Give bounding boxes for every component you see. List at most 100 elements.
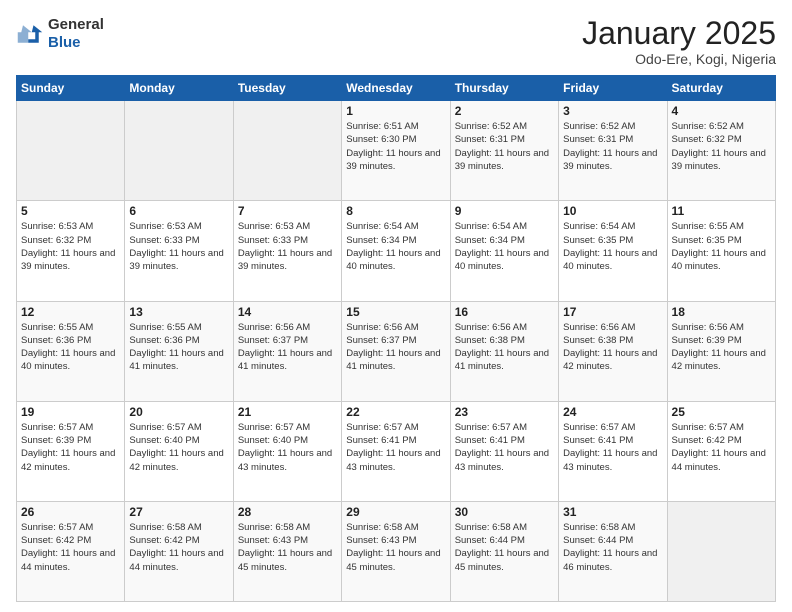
calendar-week-1: 1 Sunrise: 6:51 AM Sunset: 6:30 PM Daylig…: [17, 101, 776, 201]
calendar-cell: 28 Sunrise: 6:58 AM Sunset: 6:43 PM Dayli…: [233, 501, 341, 601]
day-number: 8: [346, 204, 445, 218]
day-number: 31: [563, 505, 662, 519]
weekday-header-wednesday: Wednesday: [342, 76, 450, 101]
calendar-cell: 8 Sunrise: 6:54 AM Sunset: 6:34 PM Daylig…: [342, 201, 450, 301]
day-number: 11: [672, 204, 771, 218]
day-number: 5: [21, 204, 120, 218]
calendar-cell: 16 Sunrise: 6:56 AM Sunset: 6:38 PM Dayli…: [450, 301, 558, 401]
day-number: 29: [346, 505, 445, 519]
day-number: 4: [672, 104, 771, 118]
calendar-cell: 9Sunrise: 6:54 AM Sunset: 6:34 PM Daylig…: [450, 201, 558, 301]
day-number: 9: [455, 204, 554, 218]
calendar-cell: [233, 101, 341, 201]
day-number: 3: [563, 104, 662, 118]
logo-blue-text: Blue: [48, 34, 81, 51]
calendar-cell: 4Sunrise: 6:52 AM Sunset: 6:32 PM Daylig…: [667, 101, 775, 201]
calendar-cell: 27 Sunrise: 6:58 AM Sunset: 6:42 PM Dayli…: [125, 501, 233, 601]
calendar-cell: 23 Sunrise: 6:57 AM Sunset: 6:41 PM Dayli…: [450, 401, 558, 501]
calendar-cell: 5Sunrise: 6:53 AM Sunset: 6:32 PM Daylig…: [17, 201, 125, 301]
header: General Blue January 2025 Odo-Ere, Kogi,…: [16, 16, 776, 67]
calendar-cell: 15 Sunrise: 6:56 AM Sunset: 6:37 PM Dayli…: [342, 301, 450, 401]
calendar-cell: [17, 101, 125, 201]
month-title: January 2025: [582, 16, 776, 51]
day-number: 6: [129, 204, 228, 218]
day-info: Sunrise: 6:54 AM Sunset: 6:34 PM Dayligh…: [346, 220, 445, 273]
calendar-week-3: 12 Sunrise: 6:55 AM Sunset: 6:36 PM Dayli…: [17, 301, 776, 401]
logo-text: General Blue: [48, 16, 104, 52]
day-info: Sunrise: 6:58 AM Sunset: 6:43 PM Dayligh…: [346, 521, 445, 574]
day-info: Sunrise: 6:58 AM Sunset: 6:44 PM Dayligh…: [563, 521, 662, 574]
calendar-cell: 12Sunrise: 6:55 AM Sunset: 6:36 PM Dayli…: [17, 301, 125, 401]
day-number: 26: [21, 505, 120, 519]
day-info: Sunrise: 6:57 AM Sunset: 6:40 PM Dayligh…: [129, 421, 228, 474]
calendar-cell: 19 Sunrise: 6:57 AM Sunset: 6:39 PM Dayli…: [17, 401, 125, 501]
calendar-cell: [125, 101, 233, 201]
calendar-cell: 21Sunrise: 6:57 AM Sunset: 6:40 PM Dayli…: [233, 401, 341, 501]
calendar-cell: 13Sunrise: 6:55 AM Sunset: 6:36 PM Dayli…: [125, 301, 233, 401]
day-info: Sunrise: 6:57 AM Sunset: 6:41 PM Dayligh…: [563, 421, 662, 474]
day-number: 23: [455, 405, 554, 419]
calendar-cell: 1 Sunrise: 6:51 AM Sunset: 6:30 PM Daylig…: [342, 101, 450, 201]
weekday-header-friday: Friday: [559, 76, 667, 101]
weekday-header-tuesday: Tuesday: [233, 76, 341, 101]
day-number: 30: [455, 505, 554, 519]
day-number: 15: [346, 305, 445, 319]
day-info: Sunrise: 6:56 AM Sunset: 6:38 PM Dayligh…: [455, 321, 554, 374]
day-number: 7: [238, 204, 337, 218]
logo: General Blue: [16, 16, 104, 52]
day-number: 1: [346, 104, 445, 118]
location: Odo-Ere, Kogi, Nigeria: [582, 51, 776, 67]
day-info: Sunrise: 6:54 AM Sunset: 6:35 PM Dayligh…: [563, 220, 662, 273]
day-info: Sunrise: 6:56 AM Sunset: 6:37 PM Dayligh…: [238, 321, 337, 374]
calendar-cell: 22 Sunrise: 6:57 AM Sunset: 6:41 PM Dayli…: [342, 401, 450, 501]
calendar-cell: 14Sunrise: 6:56 AM Sunset: 6:37 PM Dayli…: [233, 301, 341, 401]
calendar-cell: 25Sunrise: 6:57 AM Sunset: 6:42 PM Dayli…: [667, 401, 775, 501]
day-number: 18: [672, 305, 771, 319]
calendar-cell: 30 Sunrise: 6:58 AM Sunset: 6:44 PM Dayli…: [450, 501, 558, 601]
calendar-cell: 6 Sunrise: 6:53 AM Sunset: 6:33 PM Daylig…: [125, 201, 233, 301]
day-number: 22: [346, 405, 445, 419]
calendar-cell: 2Sunrise: 6:52 AM Sunset: 6:31 PM Daylig…: [450, 101, 558, 201]
day-number: 24: [563, 405, 662, 419]
day-number: 25: [672, 405, 771, 419]
day-info: Sunrise: 6:55 AM Sunset: 6:35 PM Dayligh…: [672, 220, 771, 273]
calendar-cell: 10 Sunrise: 6:54 AM Sunset: 6:35 PM Dayli…: [559, 201, 667, 301]
day-number: 20: [129, 405, 228, 419]
day-info: Sunrise: 6:53 AM Sunset: 6:33 PM Dayligh…: [238, 220, 337, 273]
day-number: 12: [21, 305, 120, 319]
calendar-week-5: 26Sunrise: 6:57 AM Sunset: 6:42 PM Dayli…: [17, 501, 776, 601]
day-number: 10: [563, 204, 662, 218]
calendar-cell: 31 Sunrise: 6:58 AM Sunset: 6:44 PM Dayli…: [559, 501, 667, 601]
weekday-header-thursday: Thursday: [450, 76, 558, 101]
calendar-cell: 3Sunrise: 6:52 AM Sunset: 6:31 PM Daylig…: [559, 101, 667, 201]
day-number: 16: [455, 305, 554, 319]
day-number: 28: [238, 505, 337, 519]
day-info: Sunrise: 6:58 AM Sunset: 6:43 PM Dayligh…: [238, 521, 337, 574]
day-info: Sunrise: 6:58 AM Sunset: 6:44 PM Dayligh…: [455, 521, 554, 574]
day-info: Sunrise: 6:57 AM Sunset: 6:39 PM Dayligh…: [21, 421, 120, 474]
calendar-cell: 29 Sunrise: 6:58 AM Sunset: 6:43 PM Dayli…: [342, 501, 450, 601]
weekday-header-sunday: Sunday: [17, 76, 125, 101]
day-info: Sunrise: 6:56 AM Sunset: 6:39 PM Dayligh…: [672, 321, 771, 374]
day-info: Sunrise: 6:57 AM Sunset: 6:40 PM Dayligh…: [238, 421, 337, 474]
calendar-cell: 7 Sunrise: 6:53 AM Sunset: 6:33 PM Daylig…: [233, 201, 341, 301]
weekday-header-monday: Monday: [125, 76, 233, 101]
day-info: Sunrise: 6:58 AM Sunset: 6:42 PM Dayligh…: [129, 521, 228, 574]
calendar-week-4: 19 Sunrise: 6:57 AM Sunset: 6:39 PM Dayli…: [17, 401, 776, 501]
calendar-cell: 18 Sunrise: 6:56 AM Sunset: 6:39 PM Dayli…: [667, 301, 775, 401]
day-info: Sunrise: 6:53 AM Sunset: 6:33 PM Dayligh…: [129, 220, 228, 273]
day-number: 27: [129, 505, 228, 519]
weekday-header-saturday: Saturday: [667, 76, 775, 101]
logo-general-text: General: [48, 16, 104, 33]
day-number: 17: [563, 305, 662, 319]
day-info: Sunrise: 6:56 AM Sunset: 6:37 PM Dayligh…: [346, 321, 445, 374]
calendar-body: 1 Sunrise: 6:51 AM Sunset: 6:30 PM Daylig…: [17, 101, 776, 602]
day-info: Sunrise: 6:57 AM Sunset: 6:41 PM Dayligh…: [346, 421, 445, 474]
day-info: Sunrise: 6:57 AM Sunset: 6:41 PM Dayligh…: [455, 421, 554, 474]
day-number: 19: [21, 405, 120, 419]
day-info: Sunrise: 6:55 AM Sunset: 6:36 PM Dayligh…: [129, 321, 228, 374]
day-info: Sunrise: 6:51 AM Sunset: 6:30 PM Dayligh…: [346, 120, 445, 173]
day-number: 2: [455, 104, 554, 118]
calendar-cell: 17Sunrise: 6:56 AM Sunset: 6:38 PM Dayli…: [559, 301, 667, 401]
calendar-header: SundayMondayTuesdayWednesdayThursdayFrid…: [17, 76, 776, 101]
